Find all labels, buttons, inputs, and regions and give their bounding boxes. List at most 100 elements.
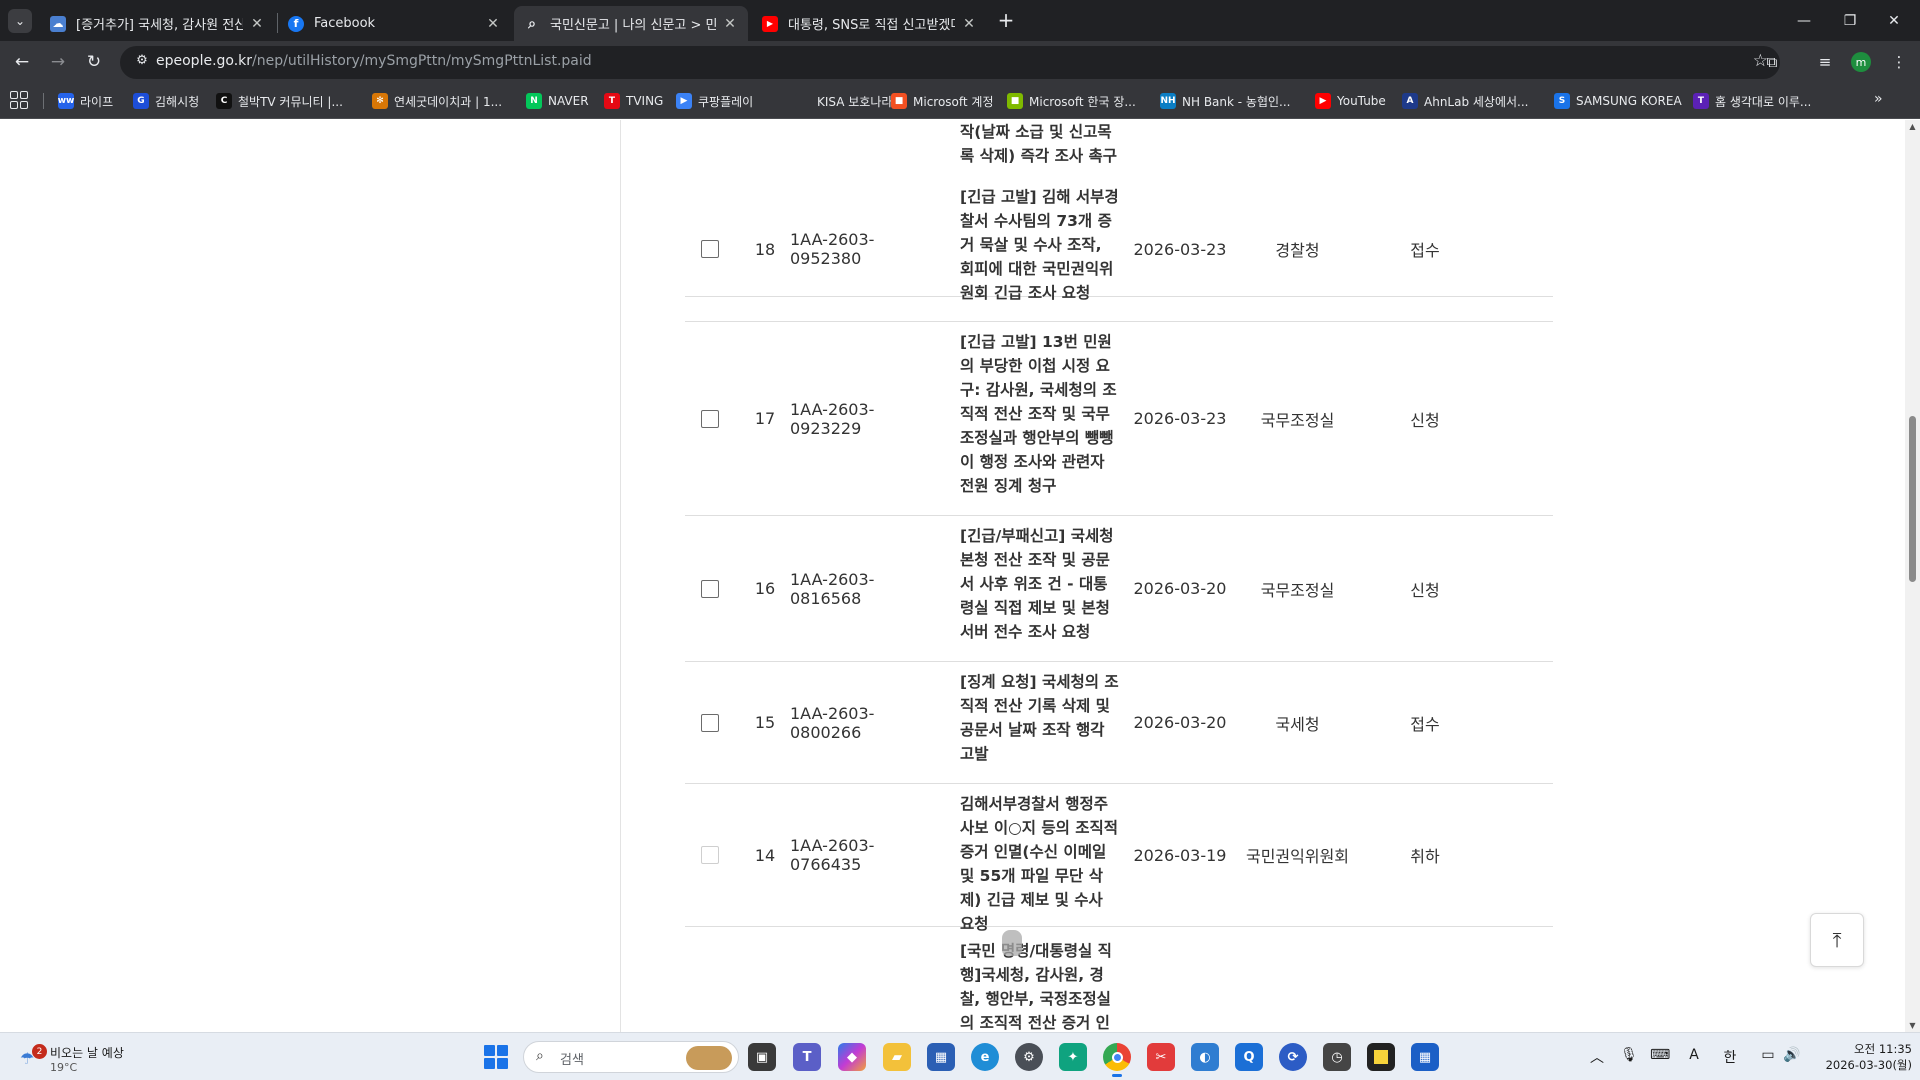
bookmark-item[interactable]: S SAMSUNG KOREA — [1554, 91, 1682, 111]
petition-title[interactable]: [긴급 고발] 13번 민원의 부당한 이첩 시정 요구: 감사원, 국세청의 … — [960, 330, 1120, 498]
handling-agency: 경찰청 — [1275, 241, 1320, 260]
tab-youtube[interactable]: ▶ 대통령, SNS로 직접 신고받겠다 ✕ — [752, 6, 987, 41]
site-info-icon[interactable]: ⚙ — [132, 53, 152, 73]
row-checkbox[interactable] — [701, 579, 719, 598]
hand-cursor-icon — [1002, 930, 1022, 956]
chevron-up-icon[interactable]: ︿ — [1587, 1047, 1607, 1067]
youtube-icon: ▶ — [762, 15, 778, 32]
font-indicator[interactable]: A — [1684, 1047, 1704, 1063]
bookmark-item[interactable]: C 철박TV 커뮤니티 |... — [216, 91, 343, 111]
bookmark-item[interactable]: ■ Microsoft 한국 장... — [1007, 91, 1136, 111]
petition-title[interactable]: [긴급/부패신고] 국세청 본청 전산 조작 및 공문서 사후 위조 건 - 대… — [960, 524, 1120, 644]
weather-widget[interactable]: ☂ 2 비오는 날 예상 19°C — [18, 1039, 148, 1075]
page-scrollbar[interactable]: ▲ ▼ — [1905, 120, 1920, 1032]
back-button[interactable]: ← — [8, 48, 36, 76]
tab-facebook[interactable]: f Facebook ✕ — [278, 6, 511, 41]
system-clock[interactable]: 오전 11:35 2026-03-30(월) — [1808, 1041, 1912, 1073]
taskbar-search[interactable]: ⌕ 검색 — [523, 1041, 739, 1073]
bookmark-item[interactable]: NH NH Bank - 농협인... — [1160, 91, 1290, 111]
bookmark-item[interactable]: ✻ 연세굿데이치과 | 1... — [372, 91, 502, 111]
sync-icon[interactable]: ⟳ — [1279, 1043, 1307, 1071]
clock-app-icon[interactable]: ◷ — [1323, 1043, 1351, 1071]
address-bar[interactable]: ⚙ epeople.go.kr/nep/utilHistory/mySmgPtt… — [120, 46, 1780, 79]
teams-icon[interactable]: T — [793, 1043, 821, 1071]
bookmark-item[interactable]: ww 라이프 — [58, 91, 113, 111]
bookmark-item[interactable]: KISA 보호나라 — [795, 91, 892, 111]
photos-icon[interactable]: ◐ — [1191, 1043, 1219, 1071]
quick-assist-icon[interactable]: Q — [1235, 1043, 1263, 1071]
network-icon[interactable]: ▭ — [1758, 1047, 1778, 1063]
extensions-icon[interactable]: ⧉ — [1761, 51, 1783, 73]
reload-button[interactable]: ↻ — [80, 48, 108, 76]
scroll-up-arrow-icon[interactable]: ▲ — [1908, 122, 1917, 131]
tab-title: [증거추가] 국세청, 감사원 전산 — [76, 18, 243, 33]
row-checkbox[interactable] — [701, 409, 719, 428]
volume-icon[interactable]: 🔊 — [1782, 1047, 1802, 1063]
file-explorer-icon[interactable]: ▰ — [883, 1043, 911, 1071]
gimhae-icon: G — [133, 93, 149, 109]
bookmark-item[interactable]: T 홈 생각대로 이루... — [1693, 91, 1811, 111]
scrollbar-thumb[interactable] — [1909, 416, 1916, 582]
calendar-icon[interactable]: ▦ — [1411, 1043, 1439, 1071]
settings-gear-icon[interactable]: ⚙ — [1015, 1043, 1043, 1071]
bookmark-item[interactable]: N NAVER — [526, 91, 589, 111]
bookmark-item[interactable]: ■ Microsoft 계정 — [891, 91, 994, 111]
store-icon[interactable]: ▦ — [927, 1043, 955, 1071]
ime-indicator[interactable]: 한 — [1720, 1047, 1740, 1067]
task-view-icon[interactable]: ▣ — [748, 1043, 776, 1071]
snipping-tool-icon[interactable]: ✂ — [1147, 1043, 1175, 1071]
dental-icon: ✻ — [372, 93, 388, 109]
tab-search-button[interactable]: ⌄ — [8, 9, 32, 33]
close-icon[interactable]: ✕ — [249, 16, 265, 32]
tab-epeople[interactable]: ⌕ 국민신문고 | 나의 신문고 > 민 ✕ — [514, 6, 748, 41]
close-window-button[interactable]: ✕ — [1868, 0, 1920, 41]
bookmark-label: SAMSUNG KOREA — [1576, 94, 1682, 108]
row-select-cell — [685, 784, 735, 926]
row-checkbox[interactable] — [701, 713, 719, 732]
table-row-partial: [국민 명령/대통령실 직행]국세청, 감사원, 경찰, 행안부, 국정조정실의… — [685, 927, 1553, 1032]
petition-title[interactable]: [국민 명령/대통령실 직행]국세청, 감사원, 경찰, 행안부, 국정조정실의… — [960, 939, 1120, 1032]
petition-id: 1AA-2603-0816568 — [790, 569, 875, 608]
microphone-icon[interactable]: 🎙 — [1619, 1047, 1639, 1063]
bookmark-item[interactable]: A AhnLab 세상에서... — [1402, 91, 1529, 111]
petition-title[interactable]: [긴급 고발] 김해 서부경찰서 수사팀의 73개 증거 묵살 및 수사 조작,… — [960, 185, 1120, 305]
petition-title[interactable]: [징계 요청] 국세청의 조직적 전산 기록 삭제 및 공문서 날짜 조작 행각… — [960, 670, 1120, 766]
media-control-icon[interactable]: ≡ — [1814, 51, 1836, 73]
apps-grid-icon[interactable] — [10, 91, 28, 109]
petition-title[interactable]: 김해서부경찰서 행정주사보 이○지 등의 조직적 증거 인멸(수신 이메일 및 … — [960, 792, 1120, 936]
notification-badge: 2 — [32, 1044, 47, 1059]
row-checkbox[interactable] — [701, 240, 719, 258]
minimize-button[interactable]: — — [1778, 0, 1830, 41]
bookmark-item[interactable]: ▶ YouTube — [1315, 91, 1386, 111]
scroll-down-arrow-icon[interactable]: ▼ — [1908, 1021, 1917, 1030]
url-text[interactable]: epeople.go.kr/nep/utilHistory/mySmgPttn/… — [156, 53, 592, 69]
weather-temperature: 19°C — [50, 1061, 78, 1074]
close-icon[interactable]: ✕ — [961, 16, 977, 32]
chevron-right-icon[interactable]: » — [1874, 91, 1883, 107]
row-number: 15 — [754, 713, 776, 732]
bookmark-item[interactable]: T TVING — [604, 91, 663, 111]
microsoft-icon: ■ — [1007, 93, 1023, 109]
bookmark-item[interactable]: ▶ 쿠팡플레이 — [676, 91, 753, 111]
bookmark-item[interactable]: G 김해시청 — [133, 91, 199, 111]
forward-button[interactable]: → — [44, 48, 72, 76]
more-menu-icon[interactable]: ⋮ — [1888, 51, 1910, 73]
close-icon[interactable]: ✕ — [485, 16, 501, 32]
chatgpt-icon[interactable]: ✦ — [1059, 1043, 1087, 1071]
bookmark-divider — [43, 93, 44, 109]
profile-avatar[interactable]: m — [1851, 52, 1871, 72]
petition-id: 1AA-2603-0800266 — [790, 703, 875, 742]
edge-icon[interactable]: e — [971, 1043, 999, 1071]
scroll-to-top-button[interactable]: ⤒ — [1810, 913, 1864, 967]
petition-title[interactable]: 작(날짜 소급 및 신고목록 삭제) 즉각 조사 촉구 — [960, 120, 1120, 168]
close-icon[interactable]: ✕ — [722, 16, 738, 32]
keyboard-icon[interactable]: ⌨ — [1650, 1047, 1670, 1063]
windows-start-icon[interactable] — [484, 1045, 508, 1069]
naver-icon: N — [526, 93, 542, 109]
sticky-notes-icon[interactable] — [1367, 1043, 1395, 1071]
new-tab-button[interactable]: + — [993, 8, 1019, 34]
chrome-icon[interactable] — [1103, 1043, 1131, 1077]
petition-status: 접수 — [1410, 714, 1440, 734]
copilot-icon[interactable]: ◆ — [838, 1043, 866, 1071]
tab-evidence[interactable]: ☁ [증거추가] 국세청, 감사원 전산 ✕ — [40, 6, 275, 41]
